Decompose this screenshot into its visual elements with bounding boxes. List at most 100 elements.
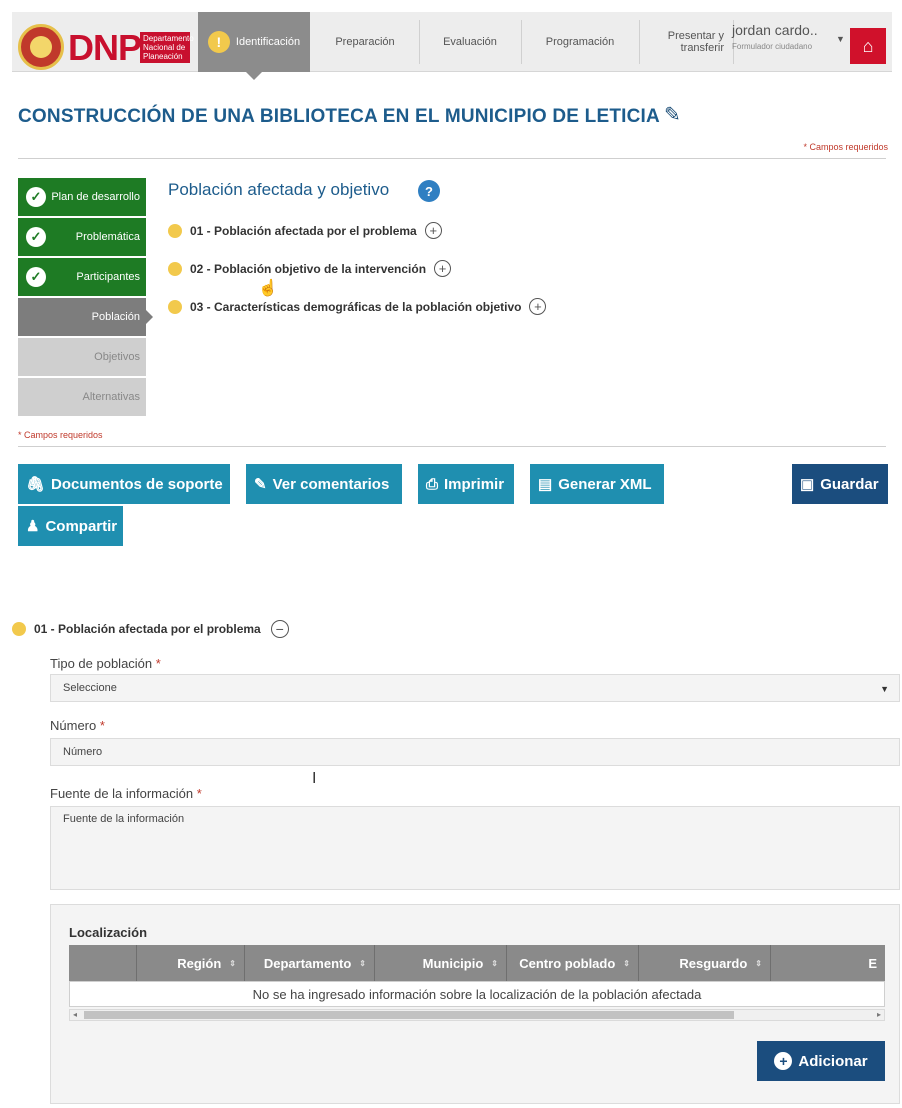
warning-icon [168, 261, 182, 276]
accordion-poblacion-objetivo[interactable]: 02 - Población objetivo de la intervenci… [168, 260, 452, 277]
user-menu[interactable]: jordan cardo.. Formulador ciudadano ▼ [728, 20, 848, 64]
required-fields-note: * Campos requeridos [803, 142, 888, 152]
button-label: Documentos de soporte [51, 475, 223, 493]
divider [18, 158, 886, 159]
user-name: jordan cardo.. [732, 22, 818, 38]
generar-xml-button[interactable]: ▤ Generar XML [530, 464, 664, 504]
accordion-label: 02 - Población objetivo de la intervenci… [190, 261, 427, 276]
dnp-logo[interactable]: DNP [68, 30, 142, 66]
imprimir-button[interactable]: ⎙ Imprimir [418, 464, 514, 504]
documentos-soporte-button[interactable]: 🖇 Documentos de soporte [18, 464, 230, 504]
expand-plus-icon[interactable]: + [434, 260, 452, 277]
field-label-text: Fuente de la información [50, 786, 194, 801]
localizacion-table-header: Región ⇕ Departamento ⇕ Municipio ⇕ Centro … [69, 945, 885, 981]
column-label: E [868, 955, 877, 971]
button-label: Imprimir [444, 475, 505, 493]
accordion-poblacion-afectada[interactable]: 01 - Población afectada por el problema … [168, 222, 442, 239]
edit-title-icon[interactable]: ✎ [664, 102, 681, 127]
printer-icon: ⎙ [426, 475, 439, 493]
column-header-departamento[interactable]: Departamento ⇕ [245, 945, 375, 981]
save-icon: ▣ [800, 476, 815, 493]
accordion-poblacion-afectada-open[interactable]: 01 - Población afectada por el problema … [12, 620, 289, 638]
column-label: Municipio [422, 955, 484, 971]
collapse-minus-icon[interactable]: − [270, 620, 289, 638]
app-header: DNP Departamento Nacional de Planeación … [12, 12, 892, 80]
numero-label: Número * [50, 718, 105, 733]
dnp-logo-subtitle: Departamento Nacional de Planeación [140, 32, 194, 63]
required-fields-note: * Campos requeridos [18, 430, 103, 440]
scrollbar-thumb[interactable] [84, 1011, 734, 1019]
required-star: * [155, 656, 161, 671]
column-label: Centro poblado [519, 955, 616, 971]
step-tab-programacion[interactable]: Programación [522, 12, 638, 72]
caret-down-icon: ▼ [880, 684, 889, 694]
horizontal-scrollbar[interactable]: ◂ ▸ [69, 1009, 885, 1021]
step-tab-label: Identificación [235, 36, 301, 48]
ver-comentarios-button[interactable]: ✎ Ver comentarios [246, 464, 402, 504]
sidebar-item-plan-de-desarrollo[interactable]: ✓ Plan de desarrollo [18, 178, 146, 216]
comment-icon: ✎ [254, 476, 267, 493]
button-label: Guardar [820, 475, 879, 493]
text-cursor-icon: I [312, 770, 317, 787]
sidebar-item-poblacion[interactable]: Población [18, 298, 153, 336]
tipo-poblacion-select[interactable]: Seleccione ▼ [50, 674, 900, 702]
sidebar-item-label: Alternativas [82, 391, 140, 403]
home-icon: ⌂ [862, 35, 874, 56]
divider [18, 446, 886, 447]
poblacion-afectada-form: 01 - Población afectada por el problema … [0, 604, 902, 1108]
warning-icon [168, 299, 182, 314]
compartir-button[interactable]: ♟ Compartir [18, 506, 123, 546]
expand-plus-icon[interactable]: + [424, 222, 442, 239]
step-tab-presentar[interactable]: Presentar y transferir [640, 12, 732, 72]
section-title: Población afectada y objetivo [168, 180, 390, 199]
adicionar-button[interactable]: + Adicionar [757, 1041, 885, 1081]
accordion-caracteristicas-demograficas[interactable]: 03 - Características demográficas de la … [168, 298, 547, 315]
tipo-poblacion-label: Tipo de población * [50, 656, 161, 671]
home-button[interactable]: ⌂ [850, 28, 886, 64]
column-header-centro-poblado[interactable]: Centro poblado ⇕ [507, 945, 639, 981]
sidebar-item-problematica[interactable]: ✓ Problemática [18, 218, 146, 256]
column-header-truncated[interactable]: E [771, 945, 885, 981]
column-header-region[interactable]: Región ⇕ [137, 945, 245, 981]
warning-icon [168, 223, 182, 238]
numero-input[interactable]: Número [50, 738, 900, 766]
chevron-down-icon: ▼ [836, 34, 845, 44]
project-form-panel: DNP Departamento Nacional de Planeación … [12, 12, 892, 584]
column-header-resguardo[interactable]: Resguardo ⇕ [639, 945, 771, 981]
fuente-informacion-textarea[interactable]: Fuente de la información [50, 806, 900, 890]
sidebar-item-alternativas[interactable]: Alternativas [18, 378, 146, 416]
warning-icon: ! [207, 31, 230, 53]
help-icon[interactable]: ? [418, 180, 440, 202]
step-tab-preparacion[interactable]: Preparación [312, 12, 418, 72]
column-label: Departamento [263, 955, 352, 971]
button-label: Ver comentarios [272, 475, 390, 493]
scroll-left-icon[interactable]: ◂ [73, 1010, 77, 1019]
step-tab-identificacion[interactable]: ! Identificación [198, 12, 310, 80]
sort-icon: ⇕ [229, 958, 236, 968]
sort-icon: ⇕ [359, 958, 366, 968]
select-value: Seleccione [63, 682, 117, 694]
column-label: Región [177, 955, 222, 971]
sidebar-item-label: Participantes [76, 271, 140, 283]
column-label: Resguardo [679, 955, 748, 971]
sidebar-item-objetivos[interactable]: Objetivos [18, 338, 146, 376]
guardar-button[interactable]: ▣ Guardar [792, 464, 888, 504]
sidebar-item-participantes[interactable]: ✓ Participantes [18, 258, 146, 296]
paperclip-icon: 🖇 [26, 476, 46, 493]
sort-icon: ⇕ [755, 958, 762, 968]
column-header-municipio[interactable]: Municipio ⇕ [375, 945, 507, 981]
localizacion-panel: Localización Región ⇕ Departamento ⇕ Munic… [50, 904, 900, 1104]
column-header-blank [69, 945, 137, 981]
scroll-right-icon[interactable]: ▸ [877, 1010, 881, 1019]
sidebar-item-label: Plan de desarrollo [51, 191, 140, 203]
sort-icon: ⇕ [623, 958, 630, 968]
user-role: Formulador ciudadano [732, 42, 813, 51]
button-label: Adicionar [798, 1052, 868, 1070]
step-tab-evaluacion[interactable]: Evaluación [420, 12, 520, 72]
textarea-placeholder: Fuente de la información [63, 813, 185, 825]
localizacion-title: Localización [69, 925, 148, 940]
localizacion-empty-message: No se ha ingresado información sobre la … [69, 981, 885, 1007]
field-label-text: Número [50, 718, 97, 733]
expand-plus-icon[interactable]: + [529, 298, 547, 315]
accordion-label: 01 - Población afectada por el problema [34, 622, 261, 636]
